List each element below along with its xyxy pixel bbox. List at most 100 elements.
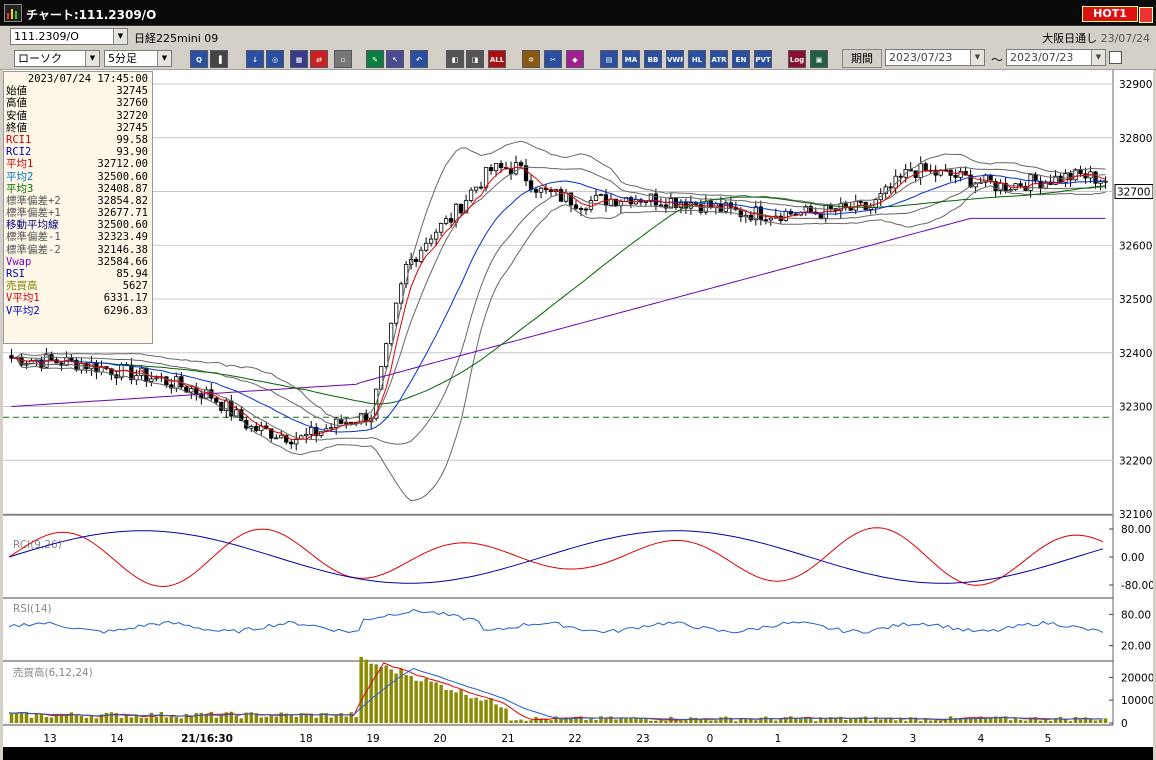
candle-body xyxy=(478,186,484,189)
volume-bar xyxy=(928,720,933,723)
volume-bar xyxy=(549,720,553,723)
hot1-badge xyxy=(1139,7,1153,23)
info-row: 標準偏差-2 32146.38 xyxy=(6,244,150,256)
chart-type-select[interactable]: ローソク ▼ xyxy=(14,50,100,67)
volume-bar xyxy=(764,716,768,723)
hl-icon[interactable]: HL xyxy=(688,50,706,68)
export-icon[interactable]: ▣ xyxy=(810,50,828,68)
all-icon[interactable]: ALL xyxy=(488,50,506,68)
chart-icon[interactable]: ▦ xyxy=(290,50,308,68)
volume-bar xyxy=(274,716,279,723)
volume-ma1-line xyxy=(8,662,1104,721)
hot1-button[interactable]: HOT1 xyxy=(1082,6,1153,23)
volume-bar xyxy=(429,681,433,723)
info-row: RSI 85.94 xyxy=(6,268,150,280)
settings-icon[interactable]: ✲ xyxy=(522,50,540,68)
undo-icon[interactable]: ↶ xyxy=(410,50,428,68)
info-value: 32500.60 xyxy=(97,170,148,183)
volume-bar xyxy=(264,716,269,723)
interval-select[interactable]: 5分足 ▼ xyxy=(104,50,172,67)
bollinger-minus1-line xyxy=(11,179,1106,445)
pvt-icon[interactable]: PVT xyxy=(754,50,772,68)
chevron-down-icon[interactable]: ▼ xyxy=(85,51,99,66)
bars-icon[interactable]: ▐ xyxy=(210,50,228,68)
volume-bar xyxy=(109,712,114,723)
log-icon[interactable]: Log xyxy=(788,50,806,68)
volume-bar xyxy=(649,720,653,723)
volume-tick-label: 0 xyxy=(1121,718,1128,730)
mark-left-icon[interactable]: ◧ xyxy=(446,50,464,68)
volume-bar xyxy=(334,715,338,723)
session-date: 23/07/24 xyxy=(1100,32,1150,45)
candle-body xyxy=(334,418,339,429)
info-label: 標準偏差-2 xyxy=(6,243,61,256)
volume-bar xyxy=(314,717,318,723)
rsi-tick-label: 80.00 xyxy=(1121,609,1151,621)
candle-body xyxy=(518,162,524,167)
envelope-icon[interactable]: EN xyxy=(732,50,750,68)
zoom-icon[interactable]: Q xyxy=(190,50,208,68)
compare-icon[interactable]: ⇄ xyxy=(310,50,328,68)
candle-body xyxy=(658,204,664,207)
time-tick-label: 19 xyxy=(366,733,379,745)
date-to-field[interactable]: 2023/07/23 ▼ xyxy=(1006,49,1106,66)
volume-bar xyxy=(734,721,738,723)
volume-bar xyxy=(444,689,448,723)
atr-icon[interactable]: ATR xyxy=(710,50,728,68)
volume-bar xyxy=(404,675,408,723)
calendar-icon[interactable]: ▼ xyxy=(1091,50,1105,65)
volume-bar xyxy=(863,716,868,723)
calendar-icon[interactable]: ▼ xyxy=(970,50,984,65)
candle-body xyxy=(468,189,474,201)
date-from-field[interactable]: 2023/07/23 ▼ xyxy=(885,49,985,66)
lock-icon[interactable]: ▫ xyxy=(334,50,352,68)
candle-body xyxy=(1008,189,1013,192)
cursor-icon[interactable]: ↖ xyxy=(386,50,404,68)
symbol-select[interactable]: 111.2309/O ▼ xyxy=(10,28,128,45)
pen-icon[interactable]: ✎ xyxy=(366,50,384,68)
volume-bar xyxy=(519,719,523,723)
ma3-line xyxy=(11,185,1106,405)
volume-bar xyxy=(189,716,194,723)
volume-bar xyxy=(933,720,938,723)
price-tick-label: 32100 xyxy=(1119,509,1152,521)
ma-icon[interactable]: MA xyxy=(622,50,640,68)
volume-bar xyxy=(654,720,658,723)
mark-right-icon[interactable]: ◨ xyxy=(466,50,484,68)
grid-icon[interactable]: ▤ xyxy=(600,50,618,68)
download-icon[interactable]: ↓ xyxy=(246,50,264,68)
palette-icon[interactable]: ◆ xyxy=(566,50,584,68)
time-tick-label: 5 xyxy=(1045,733,1052,745)
candle-body xyxy=(818,213,823,219)
vwap-icon[interactable]: VWP xyxy=(666,50,684,68)
hot1-label: HOT1 xyxy=(1093,7,1127,20)
volume-bar xyxy=(814,721,818,723)
volume-bar xyxy=(594,720,598,723)
tools-icon[interactable]: ✂ xyxy=(544,50,562,68)
period-button[interactable]: 期間 xyxy=(842,49,882,68)
time-tick-label: 20 xyxy=(433,733,446,745)
chevron-down-icon[interactable]: ▼ xyxy=(113,29,127,44)
volume-bar xyxy=(414,680,418,723)
candle-body xyxy=(69,357,74,361)
candle-body xyxy=(538,187,544,193)
candle-body xyxy=(593,194,599,201)
volume-bar xyxy=(34,713,39,723)
bb-icon[interactable]: BB xyxy=(644,50,662,68)
info-value: 93.90 xyxy=(116,146,148,159)
volume-bar xyxy=(269,714,274,723)
volume-bar xyxy=(689,717,693,723)
volume-bar xyxy=(289,714,293,723)
chart-area[interactable]: 3290032800327003260032500324003230032200… xyxy=(3,70,1153,760)
info-label: RCI2 xyxy=(6,146,32,159)
volume-bar xyxy=(883,717,888,723)
chart-canvas[interactable]: 3290032800327003260032500324003230032200… xyxy=(3,70,1153,760)
magnify-chart-icon[interactable]: ◎ xyxy=(266,50,284,68)
chevron-down-icon[interactable]: ▼ xyxy=(157,51,171,66)
volume-bar xyxy=(983,718,988,723)
candle-body xyxy=(304,433,309,437)
symbol-value: 111.2309/O xyxy=(14,30,79,43)
volume-bar xyxy=(279,712,284,723)
volume-bar xyxy=(179,718,184,723)
extend-checkbox[interactable] xyxy=(1109,51,1122,64)
